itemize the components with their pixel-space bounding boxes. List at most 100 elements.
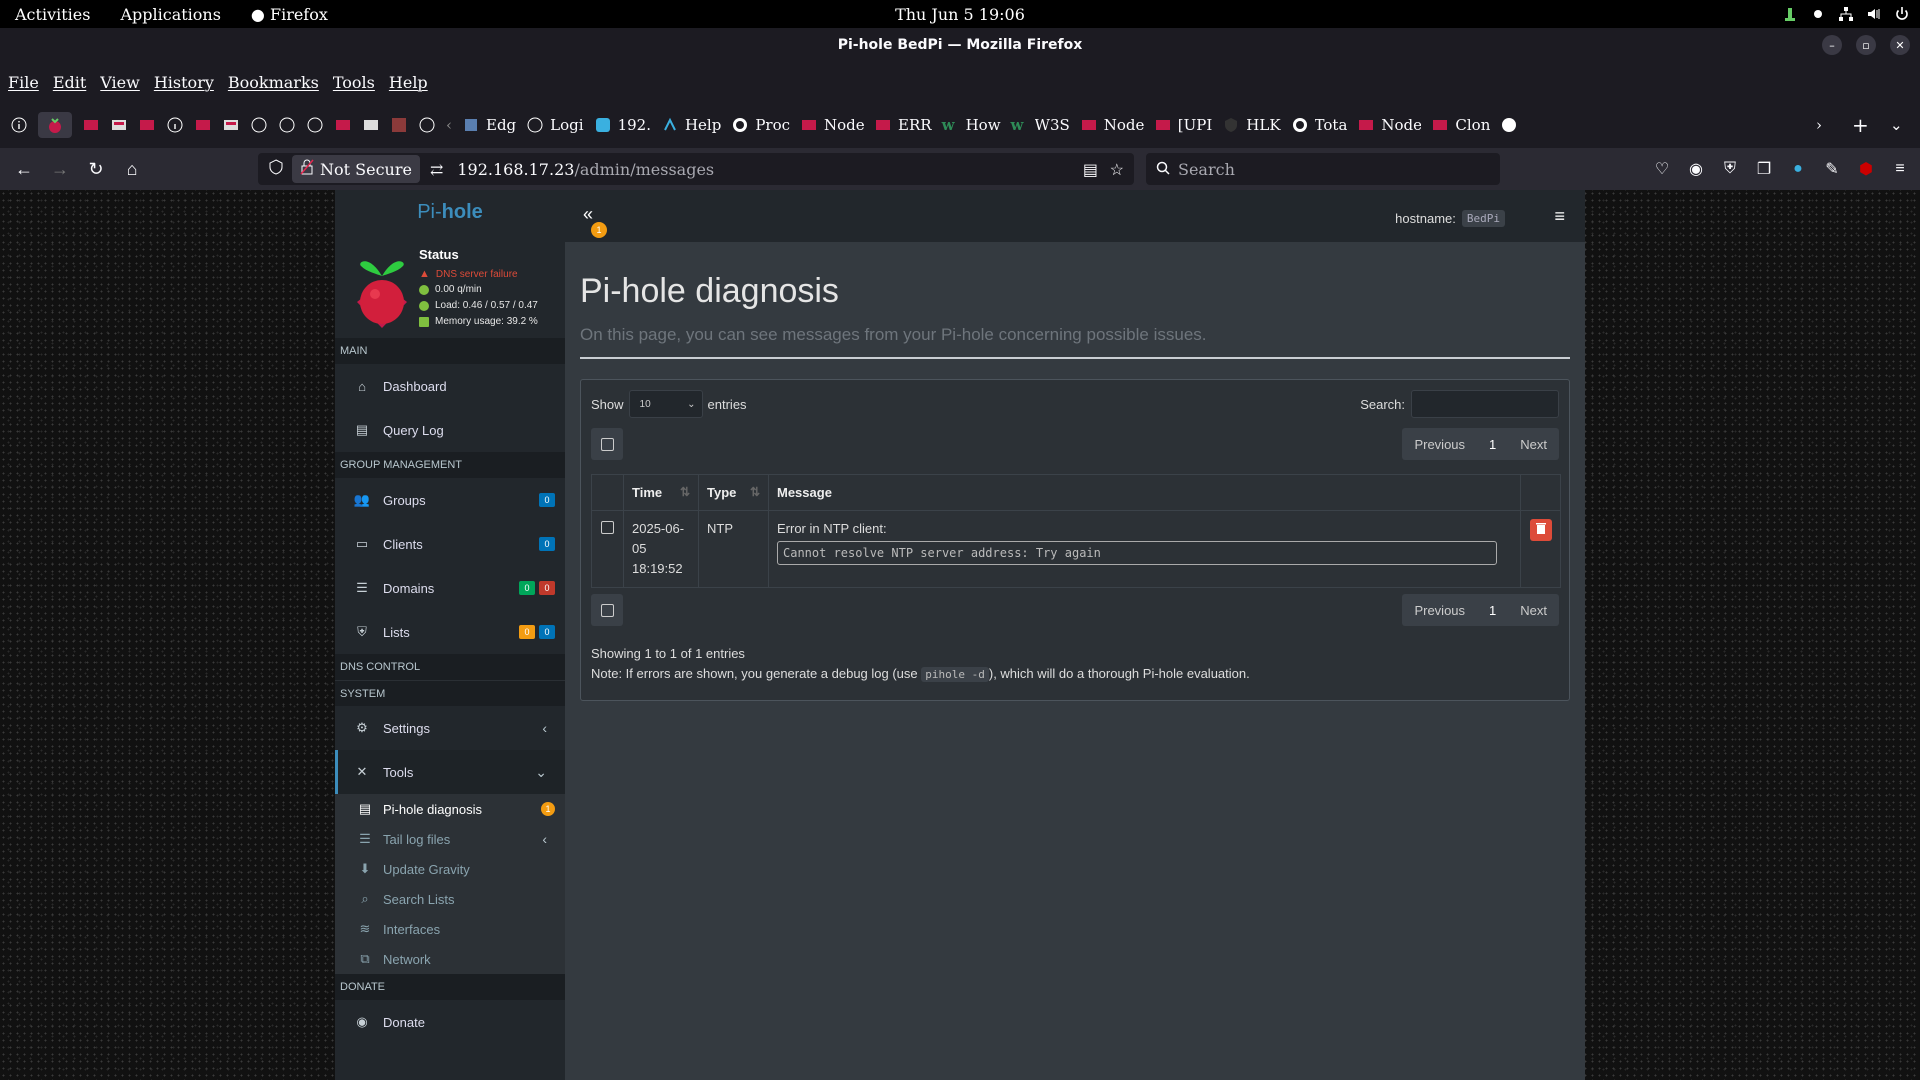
warning-count-badge[interactable]: 1 <box>591 222 607 238</box>
extension-badge-icon[interactable]: ● <box>1788 159 1808 179</box>
bookmark-raspberry[interactable] <box>110 116 128 134</box>
not-secure-indicator[interactable]: Not Secure <box>292 155 420 183</box>
select-all-button-top[interactable] <box>591 428 623 460</box>
privacy-badger-icon[interactable]: ⛨ <box>1720 159 1740 179</box>
system-tray[interactable] <box>1782 0 1910 28</box>
brightness-icon[interactable] <box>1810 6 1826 22</box>
sidebar-item-dashboard[interactable]: ⌂ Dashboard <box>335 364 565 408</box>
bookmark-raspberry[interactable] <box>82 116 100 134</box>
bookmark-proc[interactable]: Proc <box>731 116 790 134</box>
row-checkbox[interactable] <box>601 521 614 534</box>
bookmark-info[interactable] <box>166 116 184 134</box>
bookmark-tota[interactable]: Tota <box>1291 116 1347 134</box>
power-icon[interactable] <box>1894 6 1910 22</box>
new-tab-icon[interactable]: + <box>1852 113 1869 137</box>
page-button[interactable]: 1 <box>1477 437 1508 452</box>
menu-history[interactable]: History <box>154 73 214 92</box>
extensions-icon[interactable]: ✎ <box>1822 159 1842 179</box>
next-button[interactable]: Next <box>1508 603 1559 618</box>
bookmark-how[interactable]: w How <box>942 116 1001 134</box>
search-input[interactable] <box>1411 390 1559 418</box>
maximize-button[interactable]: ▫ <box>1856 35 1876 55</box>
permissions-icon[interactable]: ⇄ <box>430 160 443 179</box>
bookmark-smiley[interactable] <box>1500 116 1518 134</box>
sidebar-item-domains[interactable]: ☰ Domains 0 0 <box>335 566 565 610</box>
sidebar-item-donate[interactable]: ◉ Donate <box>335 1000 565 1044</box>
back-icon[interactable]: ← <box>6 151 42 187</box>
containers-icon[interactable]: ❐ <box>1754 159 1774 179</box>
close-button[interactable]: ✕ <box>1890 35 1910 55</box>
url-bar[interactable]: Not Secure ⇄ 192.168.17.23/admin/message… <box>258 153 1134 185</box>
clock[interactable]: Thu Jun 5 19:06 <box>895 5 1025 24</box>
chevron-right-icon[interactable]: › <box>1816 116 1822 134</box>
bookmark-err[interactable]: ERR <box>874 116 932 134</box>
sidebar-item-search-lists[interactable]: ⌕ Search Lists <box>335 884 565 914</box>
download-indicator-icon[interactable] <box>1782 6 1798 22</box>
bookmark-raspberry[interactable] <box>362 116 380 134</box>
sidebar-item-querylog[interactable]: ▤ Query Log <box>335 408 565 452</box>
ublock-icon[interactable]: ⬢ <box>1856 159 1876 179</box>
bookmark-pihole[interactable] <box>38 112 72 138</box>
bookmark-upi[interactable]: [UPI <box>1154 116 1212 134</box>
applications-menu[interactable]: Applications <box>105 5 235 24</box>
sidebar-item-pihole-diagnosis[interactable]: ▤ Pi-hole diagnosis 1 <box>335 794 565 824</box>
menu-edit[interactable]: Edit <box>53 73 86 92</box>
activities-button[interactable]: Activities <box>0 5 105 24</box>
app-menu-icon[interactable]: ≡ <box>1890 159 1910 179</box>
previous-button[interactable]: Previous <box>1402 437 1477 452</box>
menu-file[interactable]: File <box>8 73 39 92</box>
delete-button[interactable] <box>1529 519 1552 541</box>
bookmark-help[interactable]: Help <box>661 116 721 134</box>
bookmark-app[interactable] <box>390 116 408 134</box>
next-button[interactable]: Next <box>1508 437 1559 452</box>
bookmark-info[interactable] <box>306 116 324 134</box>
bookmark-login[interactable]: Logi <box>526 116 584 134</box>
home-icon[interactable]: ⌂ <box>114 151 150 187</box>
menu-view[interactable]: View <box>100 73 140 92</box>
page-button[interactable]: 1 <box>1477 603 1508 618</box>
header-type[interactable]: Type ⇅ <box>698 474 769 511</box>
bookmark-info[interactable] <box>250 116 268 134</box>
pocket-icon[interactable]: ♡ <box>1652 159 1672 179</box>
sidebar-item-settings[interactable]: ⚙ Settings ‹ <box>335 706 565 750</box>
bookmark-raspberry[interactable] <box>222 116 240 134</box>
select-all-button-bottom[interactable] <box>591 594 623 626</box>
menu-help[interactable]: Help <box>389 73 428 92</box>
search-bar[interactable]: Search <box>1146 153 1500 185</box>
bookmark-192[interactable]: 192. <box>594 116 651 134</box>
volume-icon[interactable] <box>1866 6 1882 22</box>
bookmark-clon[interactable]: Clon <box>1431 116 1490 134</box>
bookmark-hlk[interactable]: HLK <box>1222 116 1281 134</box>
bookmark-info[interactable] <box>418 116 436 134</box>
account-icon[interactable]: ◉ <box>1686 159 1706 179</box>
sidebar-item-clients[interactable]: ▭ Clients 0 <box>335 522 565 566</box>
reader-view-icon[interactable]: ▤ <box>1083 160 1098 179</box>
hamburger-icon[interactable]: ≡ <box>1554 206 1565 227</box>
tracking-protection-icon[interactable] <box>268 159 284 179</box>
bookmark-info[interactable] <box>10 116 28 134</box>
forward-icon[interactable]: → <box>42 151 78 187</box>
bookmark-star-icon[interactable]: ☆ <box>1110 160 1124 179</box>
reload-icon[interactable]: ↻ <box>78 151 114 187</box>
minimize-button[interactable]: – <box>1822 35 1842 55</box>
bookmark-node[interactable]: Node <box>1080 116 1144 134</box>
menu-bookmarks[interactable]: Bookmarks <box>228 73 319 92</box>
bookmark-raspberry[interactable] <box>334 116 352 134</box>
bookmark-raspberry[interactable] <box>138 116 156 134</box>
network-icon[interactable] <box>1838 6 1854 22</box>
header-time[interactable]: Time ⇅ <box>623 474 699 511</box>
sidebar-item-lists[interactable]: ⛨ Lists 0 0 <box>335 610 565 654</box>
sidebar-item-network[interactable]: ⧉ Network <box>335 944 565 974</box>
sidebar-toggle-icon[interactable]: « <box>583 204 593 225</box>
sidebar-item-tail-log[interactable]: ☰ Tail log files ‹ <box>335 824 565 854</box>
bookmark-w3s[interactable]: w W3S <box>1011 116 1070 134</box>
entries-select[interactable]: 10 ⌄ <box>628 390 703 418</box>
bookmark-info[interactable] <box>278 116 296 134</box>
sidebar-item-tools[interactable]: ✕ Tools ⌄ <box>335 750 565 794</box>
sidebar-item-groups[interactable]: 👥 Groups 0 <box>335 478 565 522</box>
menu-tools[interactable]: Tools <box>333 73 375 92</box>
previous-button[interactable]: Previous <box>1402 603 1477 618</box>
sidebar-item-update-gravity[interactable]: ⬇ Update Gravity <box>335 854 565 884</box>
list-all-tabs-icon[interactable]: ⌄ <box>1890 116 1903 134</box>
firefox-app-menu[interactable]: ● Firefox <box>236 5 343 24</box>
